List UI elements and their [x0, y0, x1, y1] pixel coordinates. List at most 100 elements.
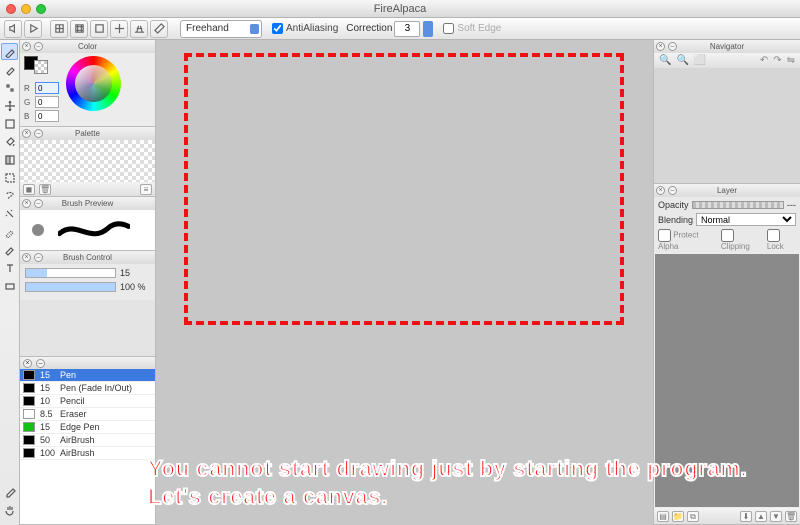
clipping-checkbox[interactable]: Clipping: [721, 229, 761, 251]
eyedropper-tool[interactable]: [1, 483, 18, 500]
move-up-button[interactable]: ▲: [755, 511, 767, 522]
antialias-input[interactable]: [272, 23, 283, 34]
brush-row[interactable]: 8.5Eraser: [20, 408, 155, 421]
frame-icon[interactable]: [90, 20, 108, 38]
collapse-icon[interactable]: –: [34, 42, 43, 51]
brush-row[interactable]: 15Edge Pen: [20, 421, 155, 434]
collapse-icon[interactable]: –: [36, 359, 45, 368]
fg-bg-swatch[interactable]: [24, 56, 59, 74]
close-icon[interactable]: ×: [656, 186, 665, 195]
brush-opacity-slider[interactable]: 100 %: [25, 282, 150, 292]
merge-down-button[interactable]: ⬇: [740, 511, 752, 522]
app-title: FireAlpaca: [6, 3, 794, 15]
perspective-icon[interactable]: [130, 20, 148, 38]
select-rect-tool[interactable]: [1, 169, 18, 186]
brush-size: 100: [38, 448, 60, 458]
softedge-input[interactable]: [443, 23, 454, 34]
stroke-mode-dropdown[interactable]: Freehand: [180, 20, 262, 38]
grid-icon[interactable]: [50, 20, 68, 38]
brush-tool[interactable]: [1, 43, 18, 60]
zoom-in-icon[interactable]: 🔍: [659, 55, 671, 66]
close-icon[interactable]: ×: [22, 199, 31, 208]
close-icon[interactable]: ×: [656, 42, 665, 51]
fit-icon[interactable]: ⬜: [694, 55, 706, 66]
move-down-button[interactable]: ▼: [770, 511, 782, 522]
zoom-out-icon[interactable]: 🔍: [676, 55, 688, 66]
brush-row[interactable]: 100AirBrush: [20, 447, 155, 460]
correction-label: Correction: [346, 23, 392, 34]
brush-row[interactable]: 15Pen (Fade In/Out): [20, 382, 155, 395]
layer-panel-title: Layer: [717, 186, 737, 195]
rotate-left-icon[interactable]: ↶: [760, 55, 768, 66]
fill-tool[interactable]: [1, 115, 18, 132]
brush-opacity-value: 100 %: [120, 282, 150, 292]
lock-checkbox[interactable]: Lock: [767, 229, 796, 251]
brush-row[interactable]: 15Pen: [20, 369, 155, 382]
flip-icon[interactable]: ⇋: [787, 55, 795, 66]
stroke-mode-label: Freehand: [186, 23, 229, 34]
delete-swatch-button[interactable]: 🗑: [39, 184, 51, 195]
opacity-value: ---: [787, 200, 796, 210]
tool-strip: [0, 40, 20, 525]
collapse-icon[interactable]: –: [34, 253, 43, 262]
ruler-icon[interactable]: [150, 20, 168, 38]
text-tool[interactable]: [1, 259, 18, 276]
collapse-icon[interactable]: –: [668, 42, 677, 51]
b-input[interactable]: [35, 110, 59, 122]
rotate-right-icon[interactable]: ↷: [773, 55, 781, 66]
option-bar: Freehand AntiAliasing Correction Soft Ed…: [0, 18, 800, 40]
brush-row[interactable]: 10Pencil: [20, 395, 155, 408]
select-erase-tool[interactable]: [1, 241, 18, 258]
palette-grid[interactable]: [20, 140, 155, 182]
bucket-tool[interactable]: [1, 133, 18, 150]
new-layer-button[interactable]: ▤: [657, 511, 669, 522]
close-icon[interactable]: ×: [22, 42, 31, 51]
color-wheel[interactable]: [66, 56, 121, 111]
select-lasso-tool[interactable]: [1, 187, 18, 204]
brush-swatch: [23, 422, 35, 432]
crosshair-icon[interactable]: [110, 20, 128, 38]
gradient-tool[interactable]: [1, 151, 18, 168]
hand-tool[interactable]: [1, 501, 18, 518]
collapse-icon[interactable]: –: [668, 186, 677, 195]
brush-size-slider[interactable]: 15: [25, 268, 150, 278]
delete-layer-button[interactable]: 🗑: [785, 511, 797, 522]
add-swatch-button[interactable]: ◼: [23, 184, 35, 195]
brush-control-panel: ×–Brush Control 15 100 %: [20, 251, 155, 357]
move-tool[interactable]: [1, 97, 18, 114]
g-input[interactable]: [35, 96, 59, 108]
duplicate-layer-button[interactable]: ⧉: [687, 511, 699, 522]
navigator-view[interactable]: [654, 68, 800, 183]
r-input[interactable]: [35, 82, 59, 94]
close-icon[interactable]: ×: [22, 129, 31, 138]
antialias-checkbox[interactable]: AntiAliasing: [272, 23, 338, 34]
shape-tool[interactable]: [1, 277, 18, 294]
wand-tool[interactable]: [1, 205, 18, 222]
brush-name: Pen (Fade In/Out): [60, 383, 132, 393]
blending-dropdown[interactable]: Normal: [696, 213, 796, 226]
brush-list-panel: ×– 15Pen15Pen (Fade In/Out)10Pencil8.5Er…: [20, 357, 155, 525]
dot-tool[interactable]: [1, 79, 18, 96]
correction-input[interactable]: [394, 21, 420, 37]
collapse-icon[interactable]: –: [34, 199, 43, 208]
correction-spinner[interactable]: [423, 21, 433, 37]
palette-menu-button[interactable]: ≡: [140, 184, 152, 195]
brush-row[interactable]: 50AirBrush: [20, 434, 155, 447]
right-panel-column: ×–Navigator 🔍 🔍 ⬜ ↶ ↷ ⇋ ×–Layer Opacity …: [654, 40, 800, 525]
protect-alpha-checkbox[interactable]: Protect Alpha: [658, 229, 715, 251]
canvas-area[interactable]: [156, 40, 654, 525]
select-pen-tool[interactable]: [1, 223, 18, 240]
play-icon[interactable]: [24, 20, 42, 38]
layer-opacity-slider[interactable]: [692, 201, 784, 209]
brush-swatch: [23, 448, 35, 458]
close-icon[interactable]: ×: [22, 253, 31, 262]
eraser-tool[interactable]: [1, 61, 18, 78]
new-folder-button[interactable]: 📁: [672, 511, 684, 522]
grid4-icon[interactable]: [70, 20, 88, 38]
close-icon[interactable]: ×: [23, 359, 32, 368]
softedge-checkbox[interactable]: Soft Edge: [443, 23, 501, 34]
collapse-icon[interactable]: –: [34, 129, 43, 138]
opacity-label: Opacity: [658, 200, 689, 210]
brush-size-value: 15: [120, 268, 150, 278]
speaker-icon[interactable]: [4, 20, 22, 38]
